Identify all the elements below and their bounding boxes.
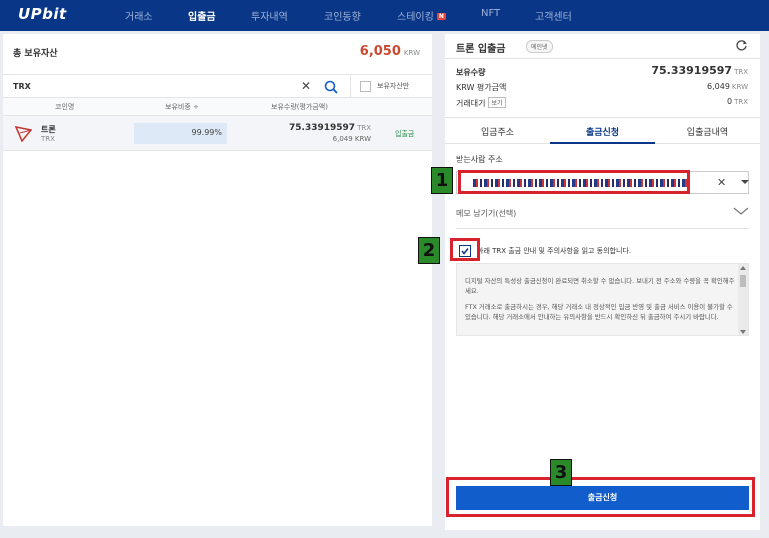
pending-label: 거래대기 xyxy=(456,99,486,108)
top-navigation: UPbit 거래소 입출금 투자내역 코인동향 스테이킹 N NFT 고객센터 xyxy=(0,0,769,31)
held-amount-value: 75.33919597 xyxy=(651,64,733,77)
withdraw-notice-box[interactable]: 디지털 자산의 특성상 출금신청이 완료되면 취소할 수 없습니다. 보내기 전… xyxy=(456,263,749,336)
krw-valuation-value: 6,049 xyxy=(707,82,730,91)
krw-valuation-label: KRW 평가금액 xyxy=(456,83,507,92)
withdraw-panel: 트론 입출금 메인넷 보유수량 75.33919597 TRX KRW 평가금액 … xyxy=(445,34,760,530)
coin-search-input[interactable] xyxy=(13,79,293,94)
nav-coin-trends[interactable]: 코인동향 xyxy=(324,8,361,23)
panel-title: 트론 입출금 xyxy=(456,44,506,55)
coin-symbol: TRX xyxy=(41,135,55,143)
step-marker-3: 3 xyxy=(550,459,572,486)
krw-valuation-unit: KRW xyxy=(731,83,748,91)
total-assets-amount: 6,050 xyxy=(359,44,401,59)
scroll-thumb[interactable] xyxy=(740,275,746,287)
chevron-down-icon[interactable] xyxy=(733,206,749,216)
holding-krw-value: 6,049 KRW xyxy=(332,135,371,143)
nav-exchange[interactable]: 거래소 xyxy=(125,8,153,23)
holding-amount-value: 75.33919597 xyxy=(289,123,356,133)
highlight-box-checkbox xyxy=(450,238,480,261)
step-marker-2: 2 xyxy=(418,237,440,264)
search-icon[interactable] xyxy=(323,79,339,95)
holdings-table-header: 코인명 보유비중 ÷ 보유수량(평가금액) xyxy=(3,98,432,116)
only-held-label[interactable]: 보유자산만 xyxy=(377,81,409,91)
held-amount-unit: TRX xyxy=(734,68,748,76)
nav-investments[interactable]: 투자내역 xyxy=(251,8,288,23)
scroll-up-arrow-icon[interactable] xyxy=(740,266,746,270)
only-held-checkbox[interactable] xyxy=(360,81,371,92)
holding-ratio-value: 99.99% xyxy=(191,128,222,137)
table-row[interactable]: 트론 TRX 99.99% 75.33919597 TRX 6,049 KRW 입… xyxy=(3,116,432,151)
step-marker-1: 1 xyxy=(431,167,453,194)
tab-bar: 입금주소 출금신청 입출금내역 xyxy=(445,117,760,144)
tab-history[interactable]: 입출금내역 xyxy=(655,125,760,138)
coin-name: 트론 xyxy=(41,125,56,134)
clear-search-icon[interactable]: ✕ xyxy=(301,78,311,94)
pending-view-button[interactable]: 보기 xyxy=(488,97,506,108)
holdings-panel: 총 보유자산 6,050KRW ✕ 보유자산만 코인명 보유비중 ÷ 보유수량(… xyxy=(3,34,432,526)
memo-toggle-label[interactable]: 메모 남기기(선택) xyxy=(456,208,516,219)
total-assets-value: 6,050 KRW xyxy=(360,44,420,59)
notice-text: 디지털 자산의 특성상 출금신청이 완료되면 취소할 수 없습니다. 보내기 전… xyxy=(465,276,735,328)
nav-staking-label: 스테이킹 xyxy=(397,12,434,23)
tab-withdraw-request[interactable]: 출금신청 xyxy=(550,125,655,138)
notice-scrollbar[interactable] xyxy=(738,264,748,335)
nav-nft[interactable]: NFT xyxy=(481,8,500,19)
clear-address-icon[interactable]: ✕ xyxy=(717,176,726,189)
refresh-icon[interactable] xyxy=(735,39,748,52)
divider xyxy=(445,58,760,59)
column-coin-name[interactable]: 코인명 xyxy=(55,102,74,112)
holding-amount-unit: TRX xyxy=(357,124,371,132)
divider xyxy=(456,228,749,229)
column-holding-ratio[interactable]: 보유비중 ÷ xyxy=(165,102,199,112)
tron-logo-icon xyxy=(15,126,32,142)
deposit-withdraw-link[interactable]: 입출금 xyxy=(395,129,414,139)
upbit-logo[interactable]: UPbit xyxy=(18,5,67,23)
nav-deposit-withdraw[interactable]: 입출금 xyxy=(188,8,216,23)
divider xyxy=(350,75,351,98)
holding-ratio-bar: 99.99% xyxy=(134,123,227,144)
tab-deposit-address[interactable]: 입금주소 xyxy=(445,125,550,138)
new-badge: N xyxy=(436,13,446,20)
column-holding-amount[interactable]: 보유수량(평가금액) xyxy=(271,102,328,112)
total-assets-unit: KRW xyxy=(403,49,420,57)
holding-amount: 75.33919597 TRX xyxy=(289,123,371,133)
pending-amount-value: 0 xyxy=(726,97,733,106)
total-assets-label: 총 보유자산 xyxy=(13,49,58,59)
mainnet-badge: 메인넷 xyxy=(526,40,553,53)
highlight-box-address xyxy=(458,170,690,194)
agree-label[interactable]: 아래 TRX 출금 안내 및 주의사항을 읽고 동의합니다. xyxy=(477,246,631,256)
notice-paragraph: 디지털 자산의 특성상 출금신청이 완료되면 취소할 수 없습니다. 보내기 전… xyxy=(465,277,735,295)
krw-valuation: 6,049 KRW xyxy=(707,82,748,91)
receiver-address-label: 받는사람 주소 xyxy=(456,155,503,164)
nav-customer-center[interactable]: 고객센터 xyxy=(535,8,572,23)
active-tab-indicator xyxy=(550,142,655,144)
pending-amount-unit: TRX xyxy=(734,98,748,106)
nav-staking[interactable]: 스테이킹 N xyxy=(397,8,446,23)
pending-amount: 0 TRX xyxy=(727,97,748,106)
coin-search-bar: ✕ 보유자산만 xyxy=(3,74,432,98)
notice-paragraph: FTX 거래소로 출금하시는 경우, 해당 거래소 내 정상적인 입금 반영 및… xyxy=(465,303,733,321)
highlight-box-submit xyxy=(446,477,755,517)
chevron-down-icon[interactable] xyxy=(741,180,749,184)
pending-label-row: 거래대기 보기 xyxy=(456,97,506,109)
held-amount-label: 보유수량 xyxy=(456,68,486,77)
held-amount: 75.33919597 TRX xyxy=(651,64,748,77)
scroll-down-arrow-icon[interactable] xyxy=(740,330,746,334)
